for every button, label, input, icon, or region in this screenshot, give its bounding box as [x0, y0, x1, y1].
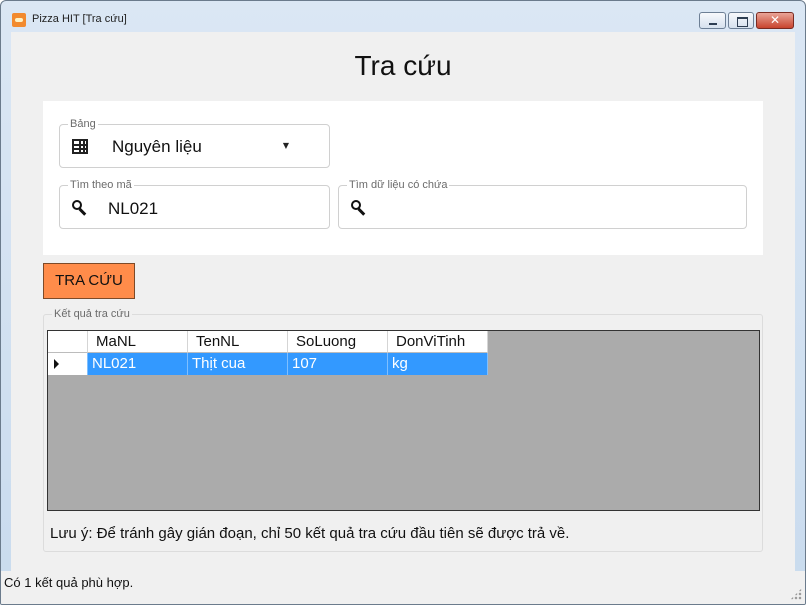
results-grid[interactable]: MaNL TenNL SoLuong DonViTinh NL021 Thịt … — [47, 330, 760, 511]
app-window: Pizza HIT [Tra cứu] ✕ Tra cứu Bảng Nguyê… — [0, 0, 806, 605]
status-bar: Có 1 kết quả phù hợp. — [1, 571, 805, 604]
search-by-id-field[interactable]: Tìm theo mã NL021 — [59, 179, 330, 229]
page-title: Tra cứu — [354, 50, 452, 81]
results-note: Lưu ý: Để tránh gây gián đoạn, chỉ 50 kế… — [50, 525, 570, 542]
table-select-value: Nguyên liệu — [112, 137, 202, 156]
search-panel: Bảng Nguyên liệu ▼ Tìm theo mã NL021 Tìm… — [43, 101, 763, 255]
status-text: Có 1 kết quả phù hợp. — [4, 575, 134, 590]
pizza-app-icon — [12, 13, 26, 27]
search-by-id-label: Tìm theo mã — [68, 179, 134, 191]
window-title: Pizza HIT [Tra cứu] — [32, 13, 127, 25]
cell-tennl[interactable]: Thịt cua — [188, 353, 288, 375]
search-button[interactable]: TRA CỨU — [43, 263, 135, 299]
cell-donvitinh[interactable]: kg — [388, 353, 488, 375]
column-header-soluong[interactable]: SoLuong — [288, 331, 388, 353]
search-by-id-input[interactable]: NL021 — [108, 199, 158, 219]
search-contains-field[interactable]: Tìm dữ liệu có chứa — [338, 179, 747, 229]
table-select[interactable]: Bảng Nguyên liệu ▼ — [59, 118, 330, 168]
search-icon — [72, 200, 86, 214]
minimize-button[interactable] — [699, 12, 726, 29]
table-icon — [72, 139, 88, 154]
title-bar[interactable]: Pizza HIT [Tra cứu] ✕ — [1, 1, 805, 31]
maximize-icon — [737, 17, 748, 27]
resize-grip-icon[interactable] — [790, 588, 802, 600]
column-header-donvitinh[interactable]: DonViTinh — [388, 331, 488, 353]
results-group-label: Kết quả tra cứu — [52, 308, 132, 320]
cell-manl[interactable]: NL021 — [88, 353, 188, 375]
main-content: Tra cứu Bảng Nguyên liệu ▼ Tìm theo mã N… — [11, 32, 795, 596]
grid-corner-header[interactable] — [48, 331, 88, 353]
close-button[interactable]: ✕ — [756, 12, 794, 29]
current-row-arrow-icon — [54, 359, 59, 369]
cell-soluong[interactable]: 107 — [288, 353, 388, 375]
results-group: Kết quả tra cứu MaNL TenNL SoLuong DonVi… — [43, 308, 763, 552]
maximize-button[interactable] — [728, 12, 754, 29]
dropdown-arrow-icon[interactable]: ▼ — [280, 139, 292, 153]
column-header-manl[interactable]: MaNL — [88, 331, 188, 353]
minimize-icon — [709, 23, 717, 25]
column-header-tennl[interactable]: TenNL — [188, 331, 288, 353]
row-header[interactable] — [48, 353, 88, 375]
close-icon: ✕ — [770, 13, 781, 27]
search-contains-label: Tìm dữ liệu có chứa — [347, 179, 450, 191]
table-select-label: Bảng — [68, 118, 98, 130]
search-icon — [351, 200, 365, 214]
